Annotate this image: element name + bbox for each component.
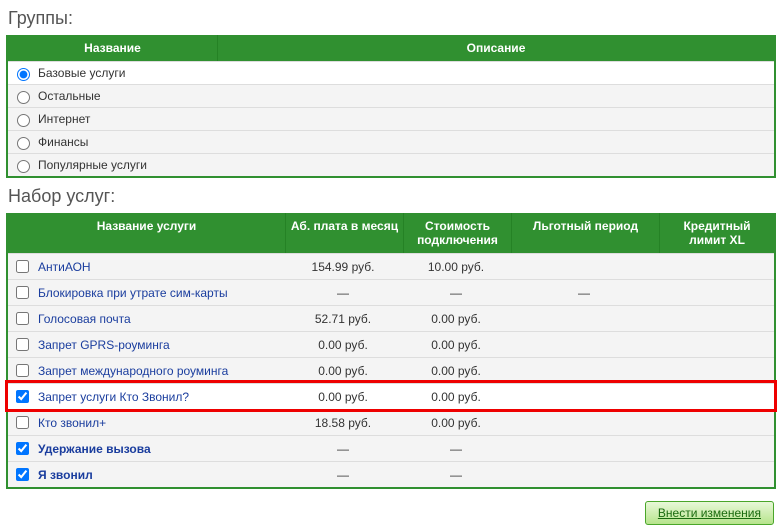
service-fee: 0.00 руб. [284, 390, 402, 404]
service-row: Я звонил —— [8, 461, 774, 487]
service-link[interactable]: Запрет международного роуминга [38, 364, 228, 378]
groups-header: Название Описание [8, 35, 774, 61]
service-link[interactable]: Блокировка при утрате сим-карты [38, 286, 228, 300]
service-link[interactable]: Запрет GPRS-роуминга [38, 338, 170, 352]
service-checkbox[interactable] [16, 416, 29, 429]
service-fee: — [284, 468, 402, 482]
group-radio[interactable] [17, 68, 30, 81]
service-fee: 0.00 руб. [284, 364, 402, 378]
service-row: Запрет международного роуминга 0.00 руб.0… [8, 357, 774, 383]
services-header: Название услуги Аб. плата в месяц Стоимо… [8, 213, 774, 253]
service-row: АнтиАОН 154.99 руб.10.00 руб. [8, 253, 774, 279]
service-fee: 18.58 руб. [284, 416, 402, 430]
service-row: Запрет GPRS-роуминга 0.00 руб.0.00 руб. [8, 331, 774, 357]
service-conn: 0.00 руб. [402, 338, 510, 352]
service-fee: 52.71 руб. [284, 312, 402, 326]
service-conn: — [402, 286, 510, 300]
service-conn: — [402, 468, 510, 482]
group-row: Финансы [8, 130, 774, 153]
services-panel: Название услуги Аб. плата в месяц Стоимо… [6, 213, 776, 489]
actions-bar: Внести изменения [6, 497, 776, 525]
service-checkbox[interactable] [16, 338, 29, 351]
service-conn: 0.00 руб. [402, 390, 510, 404]
service-row: Блокировка при утрате сим-карты——— [8, 279, 774, 305]
group-label: Популярные услуги [38, 158, 147, 172]
group-label: Остальные [38, 89, 101, 103]
group-label: Интернет [38, 112, 90, 126]
group-radio[interactable] [17, 160, 30, 173]
submit-button[interactable]: Внести изменения [645, 501, 774, 525]
services-col-credit: Кредитный лимит XL [660, 213, 774, 253]
service-checkbox[interactable] [16, 312, 29, 325]
services-col-conn: Стоимость подключения [404, 213, 512, 253]
service-link[interactable]: Кто звонил+ [38, 416, 106, 430]
service-conn: 0.00 руб. [402, 416, 510, 430]
service-conn: — [402, 442, 510, 456]
group-row: Интернет [8, 107, 774, 130]
service-link[interactable]: Голосовая почта [38, 312, 131, 326]
services-col-fee: Аб. плата в месяц [286, 213, 404, 253]
services-title: Набор услуг: [8, 186, 776, 207]
service-checkbox[interactable] [16, 260, 29, 273]
service-link[interactable]: Удержание вызова [38, 442, 151, 456]
group-row: Базовые услуги [8, 61, 774, 84]
service-fee: 154.99 руб. [284, 260, 402, 274]
service-link[interactable]: Запрет услуги Кто Звонил? [38, 390, 189, 404]
group-label: Базовые услуги [38, 66, 125, 80]
service-grace: — [510, 286, 658, 300]
services-col-name: Название услуги [8, 213, 286, 253]
service-fee: 0.00 руб. [284, 338, 402, 352]
service-conn: 0.00 руб. [402, 364, 510, 378]
service-fee: — [284, 442, 402, 456]
group-label: Финансы [38, 135, 88, 149]
service-row: Запрет услуги Кто Звонил? 0.00 руб.0.00 р… [8, 383, 774, 409]
group-radio[interactable] [17, 91, 30, 104]
service-link[interactable]: АнтиАОН [38, 260, 91, 274]
services-col-grace: Льготный период [512, 213, 660, 253]
groups-col-desc: Описание [218, 35, 774, 61]
group-radio[interactable] [17, 137, 30, 150]
groups-col-name: Название [8, 35, 218, 61]
service-row: Удержание вызова —— [8, 435, 774, 461]
group-radio[interactable] [17, 114, 30, 127]
service-fee: — [284, 286, 402, 300]
group-row: Популярные услуги [8, 153, 774, 176]
service-checkbox[interactable] [16, 442, 29, 455]
service-conn: 10.00 руб. [402, 260, 510, 274]
service-row: Кто звонил+ 18.58 руб.0.00 руб. [8, 409, 774, 435]
service-checkbox[interactable] [16, 390, 29, 403]
groups-title: Группы: [8, 8, 776, 29]
service-checkbox[interactable] [16, 286, 29, 299]
groups-panel: Название Описание Базовые услуги Остальны… [6, 35, 776, 178]
service-link[interactable]: Я звонил [38, 468, 93, 482]
group-row: Остальные [8, 84, 774, 107]
service-row: Голосовая почта 52.71 руб.0.00 руб. [8, 305, 774, 331]
service-checkbox[interactable] [16, 364, 29, 377]
service-checkbox[interactable] [16, 468, 29, 481]
service-conn: 0.00 руб. [402, 312, 510, 326]
